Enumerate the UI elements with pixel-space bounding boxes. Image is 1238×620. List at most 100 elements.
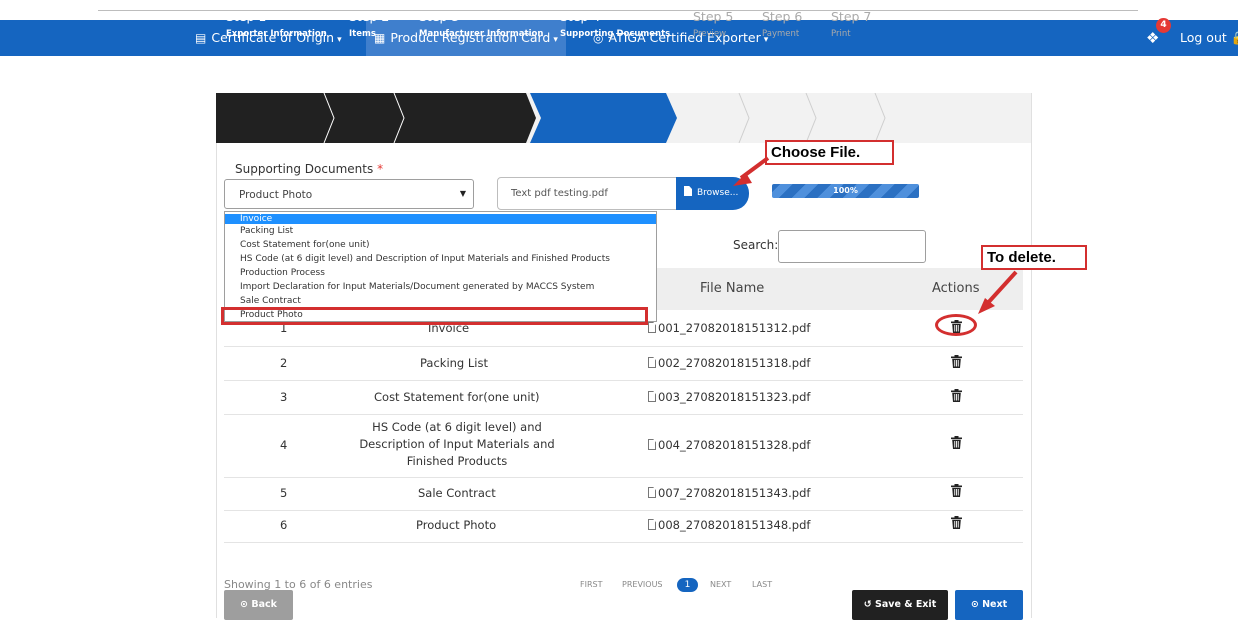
supporting-documents-label: Supporting Documents * — [235, 162, 383, 176]
highlight-delete-icon — [935, 314, 977, 336]
table-row: 4 HS Code (at 6 digit level) and Descrip… — [224, 414, 1023, 478]
step-label: Preview — [693, 29, 727, 39]
label-text: Supporting Documents — [235, 162, 374, 176]
document-icon — [648, 391, 656, 402]
column-header-file-name[interactable]: File Name — [700, 281, 764, 296]
circle-right-icon: ⊙ — [970, 599, 979, 610]
row-number: 6 — [280, 518, 288, 532]
document-type-select[interactable]: Product Photo ▼ — [224, 179, 474, 209]
document-type-dropdown: Invoice Packing List Cost Statement for(… — [224, 211, 657, 322]
notification-badge: 4 — [1156, 18, 1171, 33]
file-link[interactable]: 003_27082018151323.pdf — [648, 390, 810, 404]
file-link[interactable]: 004_27082018151328.pdf — [648, 438, 810, 452]
row-number: 2 — [280, 356, 288, 370]
selected-value: Product Photo — [239, 189, 313, 201]
dropdown-option[interactable]: Invoice — [225, 214, 656, 224]
file-name: 001_27082018151312.pdf — [658, 321, 811, 335]
file-name-input[interactable]: Text pdf testing.pdf — [497, 177, 677, 210]
required-mark: * — [377, 162, 384, 176]
dropdown-option[interactable]: HS Code (at 6 digit level) and Descripti… — [225, 254, 656, 264]
file-link[interactable]: 008_27082018151348.pdf — [648, 518, 810, 532]
search-input[interactable] — [778, 230, 926, 263]
file-icon — [684, 186, 692, 196]
trash-icon[interactable] — [951, 436, 962, 449]
row-number: 3 — [280, 390, 288, 404]
document-icon — [648, 519, 656, 530]
file-name: 007_27082018151343.pdf — [658, 486, 811, 500]
step-label: Supporting Documents — [560, 29, 671, 39]
back-label: Back — [251, 599, 277, 610]
step-separator — [805, 93, 817, 143]
step-number: Step 6 — [762, 9, 803, 24]
undo-icon: ↺ — [863, 599, 872, 610]
logout-label: Log out — [1180, 30, 1227, 45]
lock-icon: 🔒 — [1231, 30, 1238, 45]
save-exit-label: Save & Exit — [875, 599, 937, 610]
file-name: 002_27082018151318.pdf — [658, 356, 811, 370]
to-delete-callout: To delete. — [981, 245, 1087, 270]
completed-steps-bg — [216, 93, 536, 143]
highlight-product-photo — [221, 307, 648, 325]
step-number: Step 2 — [349, 9, 390, 24]
step-label: Print — [831, 29, 851, 39]
row-number: 4 — [280, 438, 288, 452]
column-header-actions: Actions — [932, 281, 980, 296]
back-button[interactable]: ⊙ Back — [224, 590, 293, 620]
table-row: 5 Sale Contract 007_27082018151343.pdf — [224, 477, 1023, 511]
step-label: Exporter Information — [226, 29, 327, 39]
pagination-next[interactable]: NEXT — [710, 580, 731, 589]
step-number: Step 4 — [560, 9, 601, 24]
table-row: 6 Product Photo 008_27082018151348.pdf — [224, 510, 1023, 543]
upload-progress-bar: 100% — [772, 184, 919, 198]
step-number: Step 5 — [693, 9, 734, 24]
step-number: Step 3 — [419, 9, 460, 24]
step-separator — [738, 93, 750, 143]
trash-icon[interactable] — [951, 516, 962, 529]
file-link[interactable]: 007_27082018151343.pdf — [648, 486, 810, 500]
step-label: Items — [349, 29, 376, 39]
step-number: Step 7 — [831, 9, 872, 24]
current-step-bg — [530, 93, 677, 143]
logout-button[interactable]: Log out 🔒 — [1180, 20, 1238, 56]
step-separator — [874, 93, 886, 143]
document-icon — [648, 357, 656, 368]
document-icon — [648, 322, 656, 333]
certificate-icon: ▤ — [195, 31, 207, 45]
next-button[interactable]: ⊙ Next — [955, 590, 1023, 620]
save-exit-button[interactable]: ↺ Save & Exit — [852, 590, 948, 620]
document-type: Packing List — [420, 356, 488, 370]
table-row: 2 Packing List 002_27082018151318.pdf — [224, 346, 1023, 381]
document-type: Cost Statement for(one unit) — [374, 390, 540, 404]
trash-icon[interactable] — [951, 389, 962, 402]
chevron-down-icon: ▼ — [459, 189, 466, 198]
file-link[interactable]: 002_27082018151318.pdf — [648, 356, 810, 370]
browse-button[interactable]: Browse... — [676, 177, 749, 210]
pagination-last[interactable]: LAST — [752, 580, 772, 589]
trash-icon[interactable] — [951, 484, 962, 497]
pagination-first[interactable]: FIRST — [580, 580, 602, 589]
file-name: 004_27082018151328.pdf — [658, 438, 811, 452]
dropdown-option[interactable]: Production Process — [225, 268, 656, 278]
dropdown-option[interactable]: Packing List — [225, 226, 656, 236]
pagination-previous[interactable]: PREVIOUS — [622, 580, 663, 589]
circle-left-icon: ⊙ — [240, 599, 249, 610]
caret-down-icon: ▾ — [553, 35, 558, 45]
table-row: 3 Cost Statement for(one unit) 003_27082… — [224, 380, 1023, 415]
document-icon — [648, 487, 656, 498]
caret-down-icon: ▾ — [337, 35, 342, 45]
step-number: Step 1 — [226, 9, 267, 24]
search-label: Search: — [733, 238, 779, 252]
file-link[interactable]: 001_27082018151312.pdf — [648, 321, 810, 335]
document-type: Product Photo — [416, 518, 497, 532]
step-label: Payment — [762, 29, 800, 39]
pagination-page-1[interactable]: 1 — [677, 578, 698, 592]
dropdown-option[interactable]: Sale Contract — [225, 296, 656, 306]
dropdown-option[interactable]: Cost Statement for(one unit) — [225, 240, 656, 250]
dropdown-option[interactable]: Import Declaration for Input Materials/D… — [225, 282, 656, 292]
file-name-value: Text pdf testing.pdf — [511, 188, 608, 199]
next-label: Next — [982, 599, 1008, 610]
progress-label: 100% — [833, 186, 858, 195]
step-label: Manufacturer Information — [419, 29, 544, 39]
step-separator — [323, 93, 335, 143]
trash-icon[interactable] — [951, 355, 962, 368]
